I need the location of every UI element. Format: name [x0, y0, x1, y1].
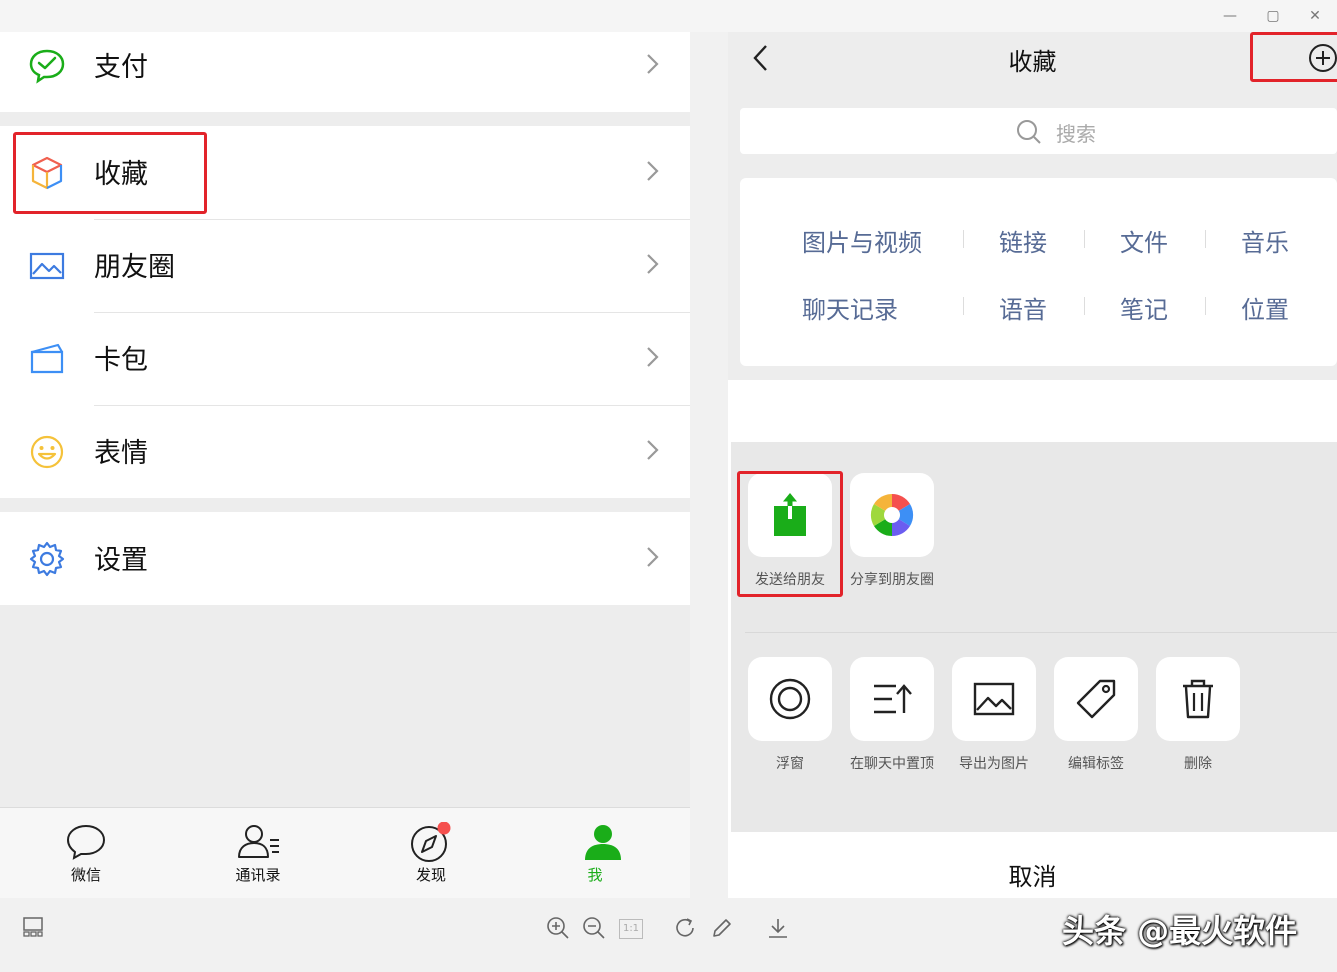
- action-pin-to-top[interactable]: 在聊天中置顶: [850, 657, 934, 773]
- action-label: 删除: [1184, 756, 1212, 772]
- category-links[interactable]: 链接: [999, 223, 1047, 258]
- action-icon-box: [850, 473, 934, 557]
- action-edit-tags[interactable]: 编辑标签: [1054, 657, 1138, 773]
- action-icon-box: [952, 657, 1036, 741]
- download-icon[interactable]: [766, 916, 790, 940]
- category-images-videos[interactable]: 图片与视频: [802, 223, 922, 258]
- maximize-button[interactable]: ▢: [1258, 6, 1288, 26]
- chevron-right-icon: [647, 440, 659, 460]
- chevron-right-icon: [647, 54, 659, 74]
- zoom-out-icon[interactable]: [582, 916, 606, 940]
- chevron-right-icon: [647, 547, 659, 567]
- menu-item-label: 支付: [94, 52, 148, 83]
- action-export-image[interactable]: 导出为图片: [952, 657, 1036, 773]
- divider: [1084, 230, 1085, 248]
- tab-label: 通讯录: [235, 866, 281, 884]
- menu-group-pay: 支付: [0, 32, 690, 112]
- moments-picture-icon: [29, 252, 65, 280]
- category-chat-history[interactable]: 聊天记录: [802, 290, 898, 325]
- search-bar[interactable]: 搜索: [740, 108, 1337, 154]
- watermark-text: 头条 @最火软件: [1062, 912, 1298, 950]
- menu-item-settings[interactable]: 设置: [0, 512, 690, 605]
- pay-icon: [29, 49, 65, 84]
- floating-window-icon: [769, 678, 811, 720]
- notification-badge: [437, 822, 451, 835]
- highlight-send-to-friend-box: [737, 471, 843, 597]
- action-icon-box: [748, 657, 832, 741]
- action-delete[interactable]: 删除: [1156, 657, 1240, 773]
- favorites-page: 收藏 搜索 图片与视频 链接 文件 音乐 聊天记录 语音 笔记 位置 发送给朋友…: [728, 32, 1337, 898]
- actual-size-button[interactable]: 1:1: [619, 919, 643, 939]
- tab-label: 我: [587, 866, 603, 884]
- sticker-smile-icon: [30, 435, 64, 469]
- chevron-right-icon: [647, 347, 659, 367]
- chevron-right-icon: [647, 161, 659, 181]
- settings-gear-icon: [29, 541, 65, 577]
- category-panel: 图片与视频 链接 文件 音乐 聊天记录 语音 笔记 位置: [740, 178, 1337, 366]
- category-location[interactable]: 位置: [1241, 290, 1289, 325]
- person-icon: [585, 825, 621, 860]
- cancel-button[interactable]: 取消: [728, 832, 1337, 898]
- trash-icon: [1183, 679, 1213, 719]
- me-page: 支付 收藏 朋友圈 卡包 表情 设置 微信 通讯录 发现 我: [0, 32, 690, 898]
- search-placeholder: 搜索: [1056, 122, 1096, 146]
- action-icon-box: [1156, 657, 1240, 741]
- tab-contacts[interactable]: 通讯录: [208, 822, 308, 885]
- chevron-right-icon: [647, 254, 659, 274]
- category-voice[interactable]: 语音: [999, 290, 1047, 325]
- menu-item-cards[interactable]: 卡包: [0, 312, 690, 405]
- pin-to-top-icon: [874, 684, 912, 714]
- rotate-icon[interactable]: [674, 916, 698, 940]
- category-notes[interactable]: 笔记: [1120, 290, 1168, 325]
- action-icon-box: [850, 657, 934, 741]
- menu-item-pay[interactable]: 支付: [0, 19, 690, 112]
- highlight-favorites-box: [13, 132, 207, 214]
- category-files[interactable]: 文件: [1120, 223, 1168, 258]
- cards-icon: [30, 343, 64, 374]
- thumbnail-view-icon[interactable]: [22, 916, 44, 938]
- menu-item-stickers[interactable]: 表情: [0, 405, 690, 498]
- highlight-add-button-box: [1250, 32, 1337, 82]
- screenshot-root: — ▢ ✕ 支付 收藏 朋友圈 卡包 表情 设置 微信 通讯录 发现 我 收藏 …: [0, 0, 1337, 972]
- share-action-sheet: 发送给朋友 分享到朋友圈 浮窗 在聊天中置顶 导出为图片 编辑标签 删除: [731, 442, 1337, 832]
- chat-bubble-icon: [66, 824, 106, 860]
- favorites-header-area: 收藏 搜索 图片与视频 链接 文件 音乐 聊天记录 语音 笔记 位置: [728, 32, 1337, 380]
- share-to-moments-icon: [870, 493, 914, 537]
- menu-group-settings: 设置: [0, 512, 690, 605]
- action-share-to-moments[interactable]: 分享到朋友圈: [850, 473, 934, 589]
- compass-icon: [411, 822, 451, 862]
- category-music[interactable]: 音乐: [1241, 223, 1289, 258]
- menu-item-label: 设置: [94, 545, 148, 576]
- menu-item-label: 卡包: [94, 345, 148, 376]
- menu-item-label: 朋友圈: [94, 252, 175, 283]
- tab-me[interactable]: 我: [553, 822, 653, 884]
- search-icon: [1017, 120, 1041, 144]
- divider: [1205, 297, 1206, 315]
- zoom-in-icon[interactable]: [546, 916, 570, 940]
- tab-label: 微信: [70, 866, 101, 884]
- divider: [963, 297, 964, 315]
- tag-icon: [1076, 679, 1116, 719]
- divider: [963, 230, 964, 248]
- actual-size-label: 1:1: [622, 923, 640, 934]
- divider: [1084, 297, 1085, 315]
- action-floating-window[interactable]: 浮窗: [748, 657, 832, 773]
- minimize-button[interactable]: —: [1215, 6, 1245, 26]
- menu-item-moments[interactable]: 朋友圈: [0, 219, 690, 312]
- bottom-tab-bar: 微信 通讯录 发现 我: [0, 807, 690, 898]
- close-button[interactable]: ✕: [1300, 6, 1330, 26]
- tab-discover[interactable]: 发现: [381, 822, 481, 885]
- edit-pencil-icon[interactable]: [710, 916, 734, 940]
- tab-label: 发现: [415, 866, 446, 884]
- menu-item-label: 表情: [94, 438, 148, 469]
- export-image-icon: [973, 682, 1015, 716]
- divider: [1205, 230, 1206, 248]
- action-label: 分享到朋友圈: [850, 572, 934, 588]
- contacts-icon: [238, 825, 279, 858]
- action-icon-box: [1054, 657, 1138, 741]
- tab-chats[interactable]: 微信: [36, 822, 136, 885]
- page-title: 收藏: [1008, 48, 1057, 76]
- divider: [745, 632, 1337, 633]
